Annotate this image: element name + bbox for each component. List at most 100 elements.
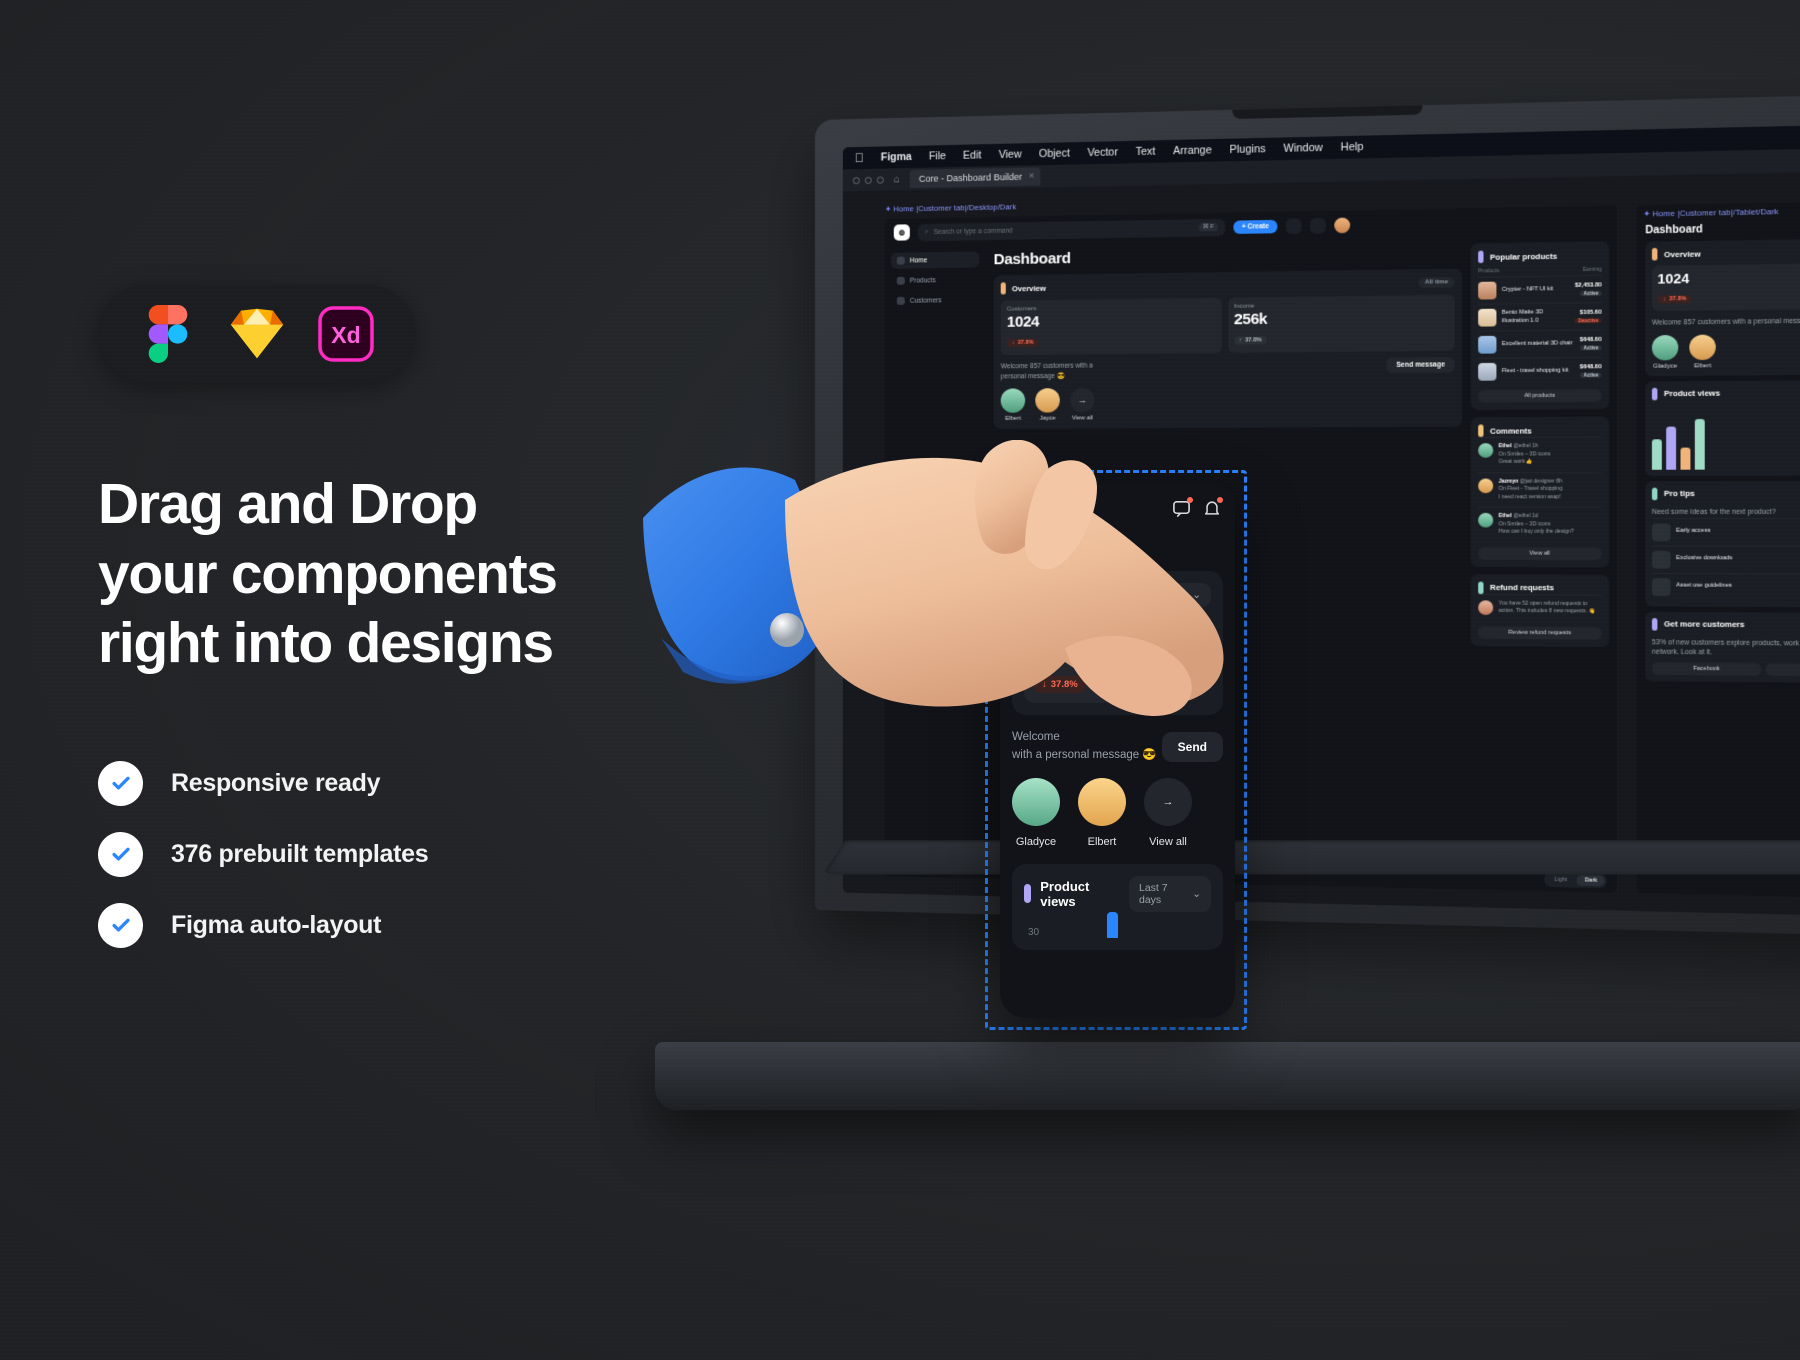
comments-tag-icon — [1478, 424, 1484, 437]
product-price-cell: $2,453.80 Active — [1575, 282, 1602, 297]
apple-icon[interactable]:  — [855, 151, 864, 165]
list-item[interactable]: Elbert — [1689, 334, 1716, 369]
view-all-comments-button[interactable]: View all — [1478, 546, 1602, 560]
menu-item-plugins[interactable]: Plugins — [1230, 143, 1266, 156]
theme-light-option[interactable]: Light — [1547, 874, 1575, 885]
menu-item-arrange[interactable]: Arrange — [1173, 144, 1212, 157]
comment-author: Ethel — [1498, 512, 1512, 520]
table-row[interactable]: Exclusive downloads 2 videos read — [1651, 544, 1800, 574]
avatar — [1078, 777, 1126, 826]
popular-products-card: Popular products Products Earning Crypte… — [1470, 241, 1610, 410]
twitter-button[interactable]: Twitter — [1765, 663, 1800, 677]
menu-item-vector[interactable]: Vector — [1087, 146, 1118, 159]
facebook-button[interactable]: Facebook — [1651, 662, 1762, 676]
send-message-button[interactable]: Send message — [1386, 356, 1455, 373]
theme-dark-option[interactable]: Dark — [1576, 875, 1605, 887]
bar-chart: 30 — [1024, 911, 1211, 938]
time-filter-select[interactable]: All time — [1418, 277, 1455, 288]
stat-value: 1024 — [1006, 313, 1040, 331]
refund-requests-card: Refund requests You have 52 open refund … — [1470, 573, 1610, 647]
list-item[interactable]: Ethel @ethel 1d On Smiles – 3D icons How… — [1478, 506, 1602, 542]
table-row[interactable]: Crypter - NFT UI kit $2,453.80 Active — [1478, 274, 1602, 304]
list-item[interactable]: Gladyce — [1651, 334, 1679, 370]
close-icon[interactable]: × — [1029, 170, 1034, 180]
table-row[interactable]: Bento Matte 3D illustration 1.0 $105.60 … — [1478, 302, 1602, 331]
product-price-cell: $105.60 Deactive — [1574, 309, 1602, 324]
grid-icon[interactable] — [1285, 217, 1302, 234]
check-icon — [98, 831, 143, 877]
overview-label: Overview — [1011, 283, 1046, 293]
table-row[interactable]: Early access New — [1651, 517, 1800, 546]
product-name: Crypter - NFT UI kit — [1501, 285, 1554, 293]
search-input[interactable]: ⌕ Search or type a command ⌘ F — [917, 218, 1226, 241]
hand-illustration — [643, 440, 1224, 716]
tip-name: Asset use guidelines — [1676, 582, 1732, 590]
menu-item-object[interactable]: Object — [1039, 147, 1070, 160]
app-logo[interactable]: ◍ — [893, 224, 910, 241]
create-button[interactable]: + Create — [1233, 219, 1278, 234]
avatar — [1012, 777, 1060, 826]
bell-icon[interactable] — [1309, 217, 1326, 234]
avatar — [1478, 599, 1494, 615]
avatar — [1478, 443, 1494, 458]
list-item: Figma auto-layout — [98, 902, 738, 948]
stat-delta: 37.8% — [1017, 339, 1034, 346]
table-row[interactable]: Fleet - travel shopping kit $648.60 Acti… — [1478, 356, 1602, 385]
card-header: Comments — [1478, 424, 1601, 437]
theme-toggle[interactable]: Light Dark — [1544, 872, 1608, 889]
sidebar-item-home[interactable]: Home — [890, 251, 980, 269]
arrow-right-icon: → — [1144, 777, 1192, 826]
frame-tablet-dark[interactable]: ✦ Home |Customer tab|/Tablet/Dark Dashbo… — [1636, 200, 1800, 899]
view-all-button[interactable]: → View all — [1070, 387, 1095, 421]
menu-item-file[interactable]: File — [929, 150, 946, 162]
card-header: Pro tips — [1651, 487, 1800, 501]
list-item[interactable]: Jayce — [1035, 387, 1060, 422]
tip-name: Exclusive downloads — [1676, 555, 1733, 562]
sketch-icon — [228, 305, 286, 363]
list-item[interactable]: Gladyce — [1012, 777, 1060, 850]
right-column: Popular products Products Earning Crypte… — [1470, 235, 1617, 893]
table-row[interactable]: Excellent material 3D chair $648.60 Acti… — [1478, 329, 1602, 358]
menu-item-text[interactable]: Text — [1135, 145, 1155, 158]
menu-item-window[interactable]: Window — [1283, 142, 1322, 155]
search-placeholder: Search or type a command — [933, 227, 1013, 236]
people-list: Gladyce Elbert → View all — [1012, 777, 1223, 850]
table-row[interactable]: Asset use guidelines Popular — [1651, 572, 1800, 601]
sidebar-item-customers[interactable]: Customers — [891, 292, 980, 309]
list-item[interactable]: Ethel @ethel 1h On Smiles – 3D icons Gre… — [1478, 436, 1602, 472]
review-refunds-button[interactable]: Review refund requests — [1478, 625, 1602, 640]
window-controls[interactable] — [852, 176, 884, 184]
card-header: Overview All time — [1000, 276, 1455, 295]
tips-tag-icon — [1651, 487, 1658, 501]
range-filter-select[interactable]: Last 7 days ⌄ — [1129, 875, 1211, 912]
list-item[interactable]: Elbert — [1000, 387, 1026, 422]
page-title: Dashboard — [993, 249, 1071, 269]
comment-text: How can I buy only the design? — [1498, 528, 1574, 535]
tip-icon — [1651, 522, 1671, 541]
list-item[interactable]: Elbert — [1078, 777, 1126, 850]
comment-body: Jazmyn @jaz.designer 8h On Fleet - Trave… — [1499, 478, 1563, 502]
person-name: Gladyce — [1015, 835, 1057, 848]
feature-list: Responsive ready 376 prebuilt templates … — [98, 760, 738, 948]
all-products-button[interactable]: All products — [1478, 389, 1602, 403]
avatar — [1478, 478, 1494, 493]
person-name: Jayce — [1039, 415, 1056, 422]
product-views-label: Product views — [1040, 878, 1090, 909]
view-all-button[interactable]: → View all — [1144, 777, 1192, 850]
sidebar-item-products[interactable]: Products — [891, 272, 980, 289]
menu-item-help[interactable]: Help — [1341, 141, 1364, 154]
home-icon[interactable]: ⌂ — [894, 174, 900, 185]
list-item[interactable]: Jazmyn @jaz.designer 8h On Fleet - Trave… — [1478, 471, 1602, 507]
box-icon — [896, 276, 905, 285]
menu-item-view[interactable]: View — [999, 148, 1022, 161]
overview-tag-icon — [1000, 282, 1006, 295]
comment-text: I need react version asap! — [1498, 493, 1561, 500]
card-header: Refund requests — [1478, 581, 1601, 594]
menu-item-edit[interactable]: Edit — [963, 149, 981, 162]
search-icon: ⌕ — [924, 228, 929, 236]
comment-time: 1h — [1532, 442, 1539, 450]
tab-core-dashboard-builder[interactable]: Core - Dashboard Builder × — [909, 167, 1041, 189]
product-price: $648.60 — [1579, 336, 1602, 343]
avatar[interactable] — [1334, 217, 1350, 233]
stat-delta: 37.8% — [1669, 295, 1687, 303]
